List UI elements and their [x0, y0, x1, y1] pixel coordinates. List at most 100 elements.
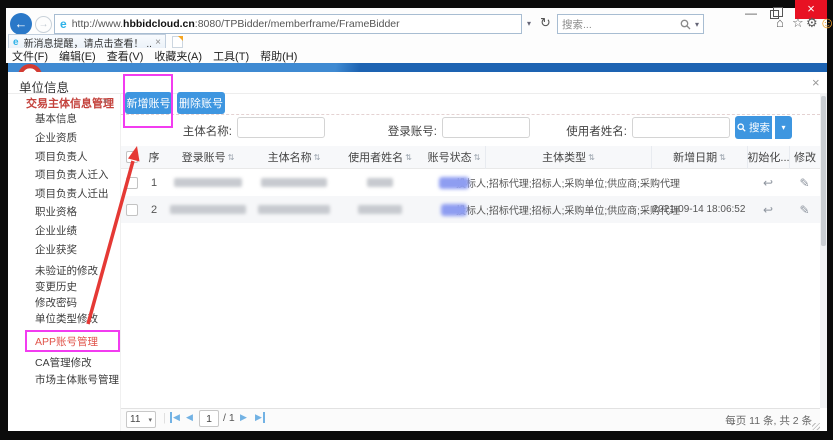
- favorites-icon[interactable]: ☆: [792, 15, 804, 31]
- dialog-close-icon[interactable]: ×: [812, 75, 820, 90]
- initialize-undo-icon[interactable]: ↩: [763, 176, 773, 190]
- redacted-subject-name: [261, 178, 327, 187]
- menu-help[interactable]: 帮助(H): [260, 48, 297, 64]
- header-add-date[interactable]: 新增日期⇅: [651, 146, 747, 169]
- address-bar[interactable]: e http://www.hbbidcloud.cn:8080/TPBidder…: [54, 14, 522, 34]
- search-options-caret-button[interactable]: ▾: [775, 116, 792, 139]
- menu-edit[interactable]: 编辑(E): [59, 48, 96, 64]
- minimize-button[interactable]: —: [742, 8, 760, 20]
- redacted-user-name: [367, 178, 393, 187]
- header-index: 序: [143, 149, 165, 165]
- address-dropdown-icon[interactable]: ▾: [527, 19, 531, 28]
- search-button-label: 搜索: [749, 120, 770, 135]
- sort-icon[interactable]: ⇅: [588, 153, 595, 162]
- header-account-status[interactable]: 账号状态⇅: [423, 149, 485, 165]
- delete-account-button[interactable]: 删除账号: [177, 92, 225, 114]
- page-size-select[interactable]: 11 ▾: [126, 411, 156, 428]
- total-pages-label: / 1: [223, 412, 235, 424]
- sidebar-item-enterprise-qualification[interactable]: 企业资质: [8, 130, 121, 145]
- feedback-smiley-icon[interactable]: ☺: [819, 15, 833, 33]
- refresh-icon[interactable]: ↻: [540, 15, 551, 31]
- page-number-input[interactable]: 1: [199, 410, 219, 427]
- next-page-button[interactable]: ▶: [240, 412, 247, 423]
- redacted-login-account: [174, 178, 242, 187]
- tab-close-icon[interactable]: ×: [155, 37, 161, 48]
- row-checkbox[interactable]: [126, 204, 138, 216]
- select-all-checkbox[interactable]: [126, 151, 138, 163]
- sort-icon[interactable]: ⇅: [474, 153, 481, 162]
- sidebar-item-enterprise-performance[interactable]: 企业业绩: [8, 223, 121, 238]
- sort-icon[interactable]: ⇅: [719, 153, 726, 162]
- header-modify: 修改: [789, 146, 820, 169]
- sidebar-item-ca-management-change[interactable]: CA管理修改: [8, 355, 121, 370]
- resize-grip[interactable]: [812, 423, 820, 430]
- back-icon: ←: [15, 16, 28, 31]
- search-dropdown-icon[interactable]: ▾: [695, 20, 699, 29]
- header-subject-type[interactable]: 主体类型⇅: [485, 146, 651, 169]
- new-tab-button[interactable]: [172, 36, 183, 48]
- forward-button[interactable]: →: [35, 16, 52, 33]
- sort-icon[interactable]: ⇅: [314, 153, 321, 162]
- pagination-separator: |: [163, 412, 166, 424]
- settings-gear-icon[interactable]: ⚙: [806, 15, 818, 31]
- first-page-button[interactable]: ◀: [170, 412, 180, 423]
- last-page-button[interactable]: ▶: [255, 412, 265, 423]
- sidebar-item-change-password[interactable]: 修改密码: [8, 295, 121, 310]
- toolbar-divider: [121, 114, 820, 115]
- sidebar-item-enterprise-awards[interactable]: 企业获奖: [8, 242, 121, 257]
- redacted-login-account: [170, 205, 246, 214]
- scrollbar-thumb[interactable]: [821, 96, 826, 246]
- home-icon[interactable]: ⌂: [776, 15, 784, 30]
- browser-search-box[interactable]: 搜索... ▾: [557, 14, 704, 34]
- sort-icon[interactable]: ⇅: [405, 153, 412, 162]
- row-index: 2: [143, 204, 165, 216]
- url-suffix: :8080/TPBidder/memberframe/FrameBidder: [195, 18, 400, 30]
- annotation-highlight-app-account: [25, 330, 120, 352]
- redacted-status-badge: [441, 204, 467, 216]
- header-subject-name[interactable]: 主体名称⇅: [251, 149, 337, 165]
- url-domain: hbbidcloud.cn: [123, 18, 195, 30]
- menu-file[interactable]: 文件(F): [12, 48, 48, 64]
- subject-type-text: 投标人;招标代理;招标人;采购单位;供应商;采购代理: [485, 202, 651, 217]
- login-account-input[interactable]: [442, 117, 530, 138]
- sidebar-item-basic-info[interactable]: 基本信息: [8, 111, 121, 126]
- sidebar-item-unit-type-change[interactable]: 单位类型修改: [8, 311, 121, 326]
- add-date-text: 2021-09-14 18:06:52: [651, 204, 747, 215]
- sidebar-group-chevron-icon[interactable]: ˅: [103, 97, 108, 106]
- sidebar-item-project-manager-out[interactable]: 项目负责人迁出: [8, 186, 121, 201]
- edit-pencil-icon[interactable]: ✎: [799, 203, 809, 217]
- subject-type-text: 投标人;招标代理;招标人;采购单位;供应商;采购代理: [485, 175, 651, 190]
- user-name-label: 使用者姓名:: [547, 123, 627, 139]
- sidebar-item-market-subject-account[interactable]: 市场主体账号管理: [8, 372, 121, 387]
- row-checkbox[interactable]: [126, 177, 138, 189]
- header-initialize: 初始化...: [747, 146, 789, 169]
- menu-favorites[interactable]: 收藏夹(A): [154, 48, 202, 64]
- subject-name-input[interactable]: [237, 117, 325, 138]
- url-prefix: http://www.: [72, 18, 123, 30]
- menu-tools[interactable]: 工具(T): [213, 48, 249, 64]
- user-name-input[interactable]: [632, 117, 730, 138]
- sidebar-item-change-history[interactable]: 变更历史: [8, 279, 121, 294]
- header-user-name[interactable]: 使用者姓名⇅: [337, 149, 423, 165]
- edit-pencil-icon[interactable]: ✎: [799, 176, 809, 190]
- screenshot-frame: — × ← → e http://www.hbbidcloud.cn:8080/…: [0, 0, 833, 440]
- search-button[interactable]: 搜索: [735, 116, 772, 139]
- sidebar-item-unverified-changes[interactable]: 未验证的修改: [8, 263, 121, 278]
- row-index: 1: [143, 177, 165, 189]
- redacted-subject-name: [258, 205, 330, 214]
- previous-page-button[interactable]: ◀: [186, 412, 193, 423]
- menu-view[interactable]: 查看(V): [107, 48, 144, 64]
- search-icon[interactable]: [680, 19, 691, 30]
- sort-icon[interactable]: ⇅: [228, 153, 235, 162]
- sidebar-item-project-manager[interactable]: 项目负责人: [8, 149, 121, 164]
- header-login-account[interactable]: 登录账号⇅: [165, 149, 251, 165]
- page-size-value: 11: [130, 414, 140, 425]
- sidebar-item-professional-qualification[interactable]: 职业资格: [8, 204, 121, 219]
- tab-ie-icon: e: [13, 37, 19, 48]
- initialize-undo-icon[interactable]: ↩: [763, 203, 773, 217]
- login-account-label: 登录账号:: [367, 123, 437, 139]
- redacted-status-badge: [439, 177, 469, 189]
- ie-page-icon: e: [60, 17, 67, 31]
- back-button[interactable]: ←: [10, 13, 32, 35]
- sidebar-item-project-manager-in[interactable]: 项目负责人迁入: [8, 167, 121, 182]
